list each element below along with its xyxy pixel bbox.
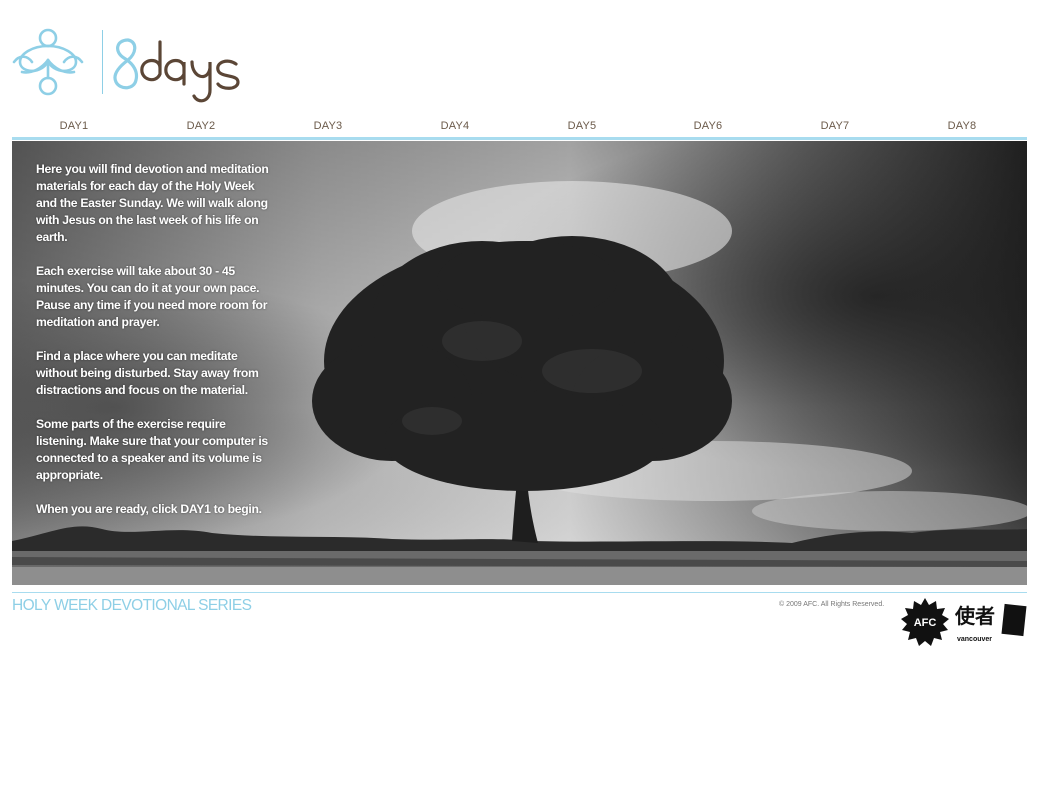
intro-paragraph-1: Here you will find devotion and meditati… <box>36 162 269 244</box>
nav-day6[interactable]: DAY6 <box>673 120 743 132</box>
knot-cross-icon <box>12 28 84 96</box>
hero-banner: Here you will find devotion and meditati… <box>12 141 1027 585</box>
nav-day2[interactable]: DAY2 <box>166 120 236 132</box>
copyright-text: © 2009 AFC. All Rights Reserved. <box>779 601 885 608</box>
nav-day5[interactable]: DAY5 <box>547 120 617 132</box>
nav-divider <box>12 137 1027 140</box>
intro-paragraph-3: Find a place where you can meditate with… <box>36 349 259 397</box>
footer-divider <box>12 592 1027 593</box>
afc-badge-logo[interactable]: AFC <box>900 597 950 647</box>
nav-day7[interactable]: DAY7 <box>800 120 870 132</box>
intro-paragraph-5: When you are ready, click DAY1 to begin. <box>36 502 262 516</box>
svg-text:AFC: AFC <box>914 617 937 629</box>
logo-wordmark <box>113 38 240 103</box>
chinese-ministry-logo[interactable]: 使者 vancouver <box>953 601 1027 643</box>
nav-day8[interactable]: DAY8 <box>927 120 997 132</box>
svg-text:vancouver: vancouver <box>957 636 992 643</box>
intro-text: Here you will find devotion and meditati… <box>36 161 272 535</box>
nav-day3[interactable]: DAY3 <box>293 120 363 132</box>
day-nav: DAY1 DAY2 DAY3 DAY4 DAY5 DAY6 DAY7 DAY8 <box>12 120 1027 138</box>
intro-paragraph-4: Some parts of the exercise require liste… <box>36 417 268 482</box>
site-logo[interactable] <box>12 22 252 108</box>
nav-day1[interactable]: DAY1 <box>39 120 109 132</box>
series-title: HOLY WEEK DEVOTIONAL SERIES <box>12 597 252 614</box>
intro-paragraph-2: Each exercise will take about 30 - 45 mi… <box>36 264 268 329</box>
nav-day4[interactable]: DAY4 <box>420 120 490 132</box>
logo-divider <box>102 30 103 94</box>
svg-text:使者: 使者 <box>954 604 995 628</box>
